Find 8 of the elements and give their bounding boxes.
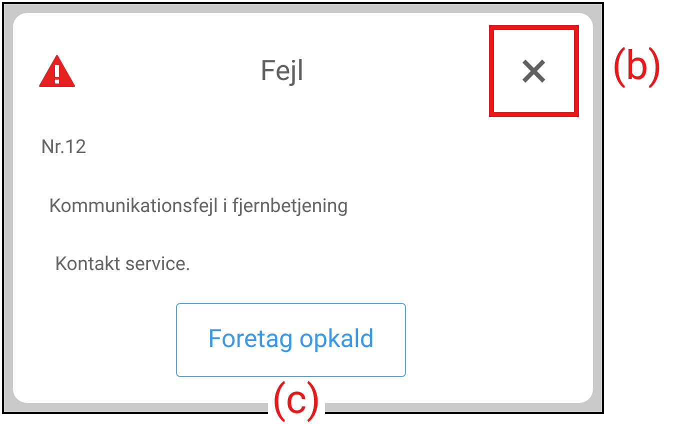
annotation-label: (c): [268, 380, 325, 420]
close-button[interactable]: ×: [489, 25, 579, 117]
annotation-label: (b): [612, 46, 662, 86]
message-text: Nr.12: [41, 135, 86, 158]
message-text: Kommunikationsfejl i fjernbetjening: [49, 194, 348, 216]
message-text: Kontakt service.: [55, 252, 190, 275]
warning-icon: [39, 55, 75, 87]
dialog-title: Fejl: [260, 53, 304, 89]
